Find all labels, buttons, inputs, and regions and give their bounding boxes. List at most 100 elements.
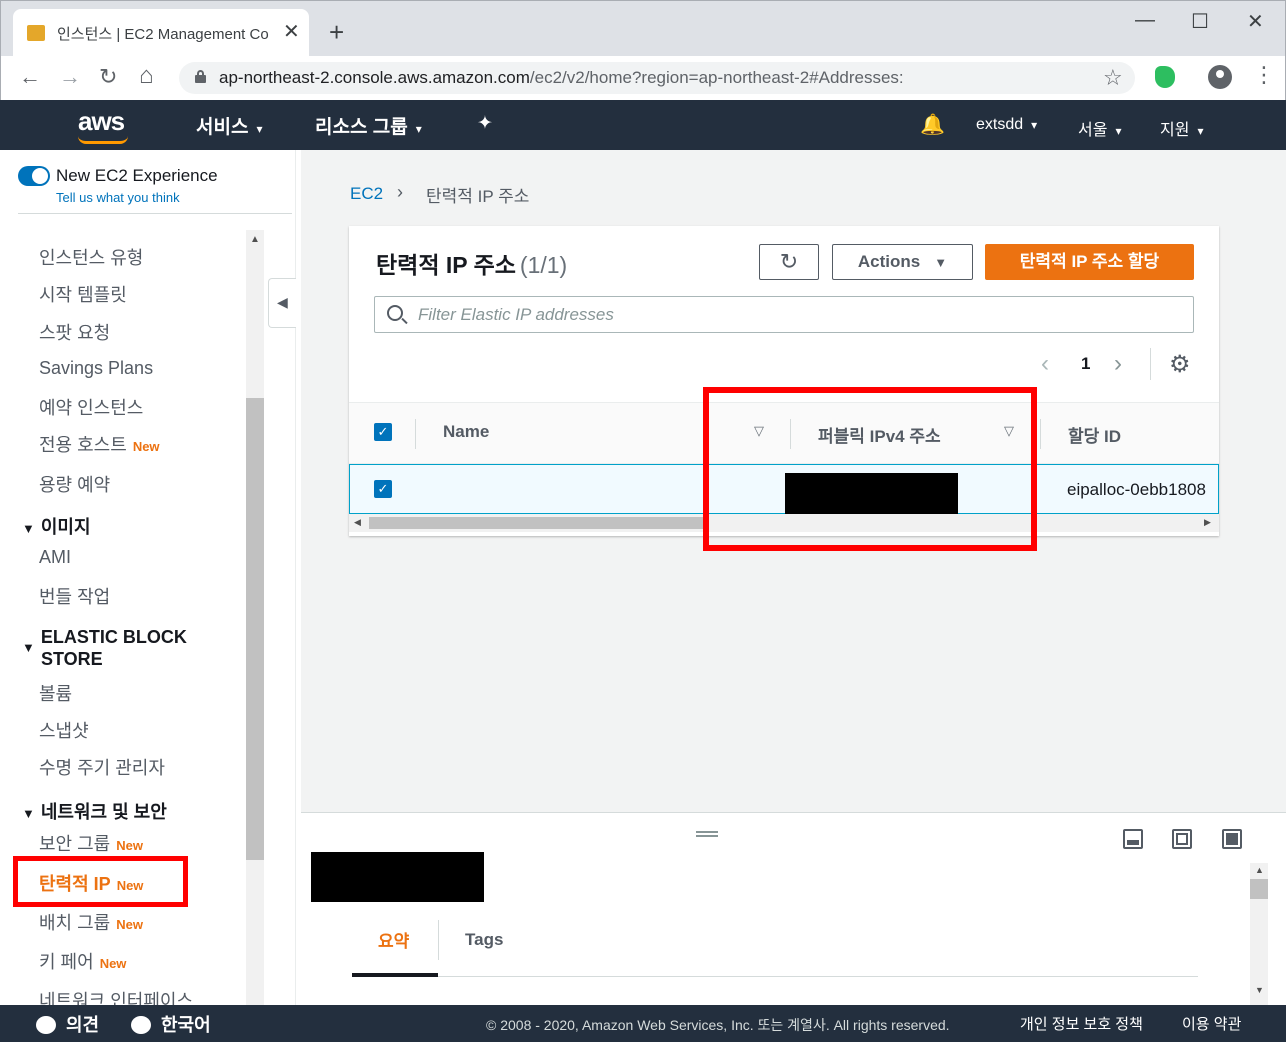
evernote-extension-icon[interactable]: [1155, 66, 1175, 88]
services-menu[interactable]: 서비스 ▾: [196, 112, 262, 139]
aws-logo[interactable]: aws: [78, 106, 125, 137]
gear-icon[interactable]: ⚙: [1169, 350, 1191, 379]
scroll-right-arrow-icon[interactable]: ▶: [1204, 517, 1211, 528]
sidebar-item-savings-plans[interactable]: Savings Plans: [39, 358, 153, 379]
column-divider: [415, 419, 416, 449]
sidebar-item-bundle-tasks[interactable]: 번들 작업: [39, 583, 110, 609]
sidebar-section-network[interactable]: ▼ 네트워크 및 보안: [22, 798, 167, 824]
notifications-bell-icon[interactable]: 🔔: [920, 112, 945, 137]
scroll-left-arrow-icon[interactable]: ◀: [354, 517, 361, 528]
bookmark-star-icon[interactable]: ☆: [1103, 65, 1123, 91]
sidebar-item-capacity-reservations[interactable]: 용량 예약: [39, 471, 110, 497]
filter-placeholder: Filter Elastic IP addresses: [418, 305, 614, 324]
language-button[interactable]: 한국어: [131, 1011, 211, 1037]
select-all-checkbox[interactable]: ✓: [374, 423, 392, 441]
support-menu[interactable]: 지원 ▾: [1160, 116, 1203, 140]
new-experience-toggle[interactable]: [18, 166, 50, 186]
home-button[interactable]: ⌂: [139, 62, 154, 90]
scrollbar-thumb[interactable]: [246, 398, 264, 860]
sidebar-item-network-interfaces[interactable]: 네트워크 인터페이스: [39, 987, 193, 1005]
terms-link[interactable]: 이용 약관: [1182, 1013, 1241, 1034]
detail-scrollbar[interactable]: ▲ ▼: [1250, 863, 1268, 1006]
maximize-window-button[interactable]: ☐: [1191, 9, 1209, 34]
feedback-button[interactable]: 의견: [36, 1011, 99, 1037]
layout-full-panel-icon[interactable]: [1222, 829, 1242, 849]
sidebar-item-security-groups[interactable]: 보안 그룹 New: [39, 830, 143, 856]
new-tab-button[interactable]: +: [329, 18, 344, 46]
refresh-button[interactable]: ↻: [759, 244, 819, 280]
chevron-down-icon: ▾: [1031, 118, 1038, 132]
sidebar-item-key-pairs[interactable]: 키 페어 New: [39, 948, 126, 974]
sidebar-item-snapshots[interactable]: 스냅샷: [39, 717, 89, 743]
sidebar-section-ebs[interactable]: ▼ ELASTIC BLOCK: [22, 627, 187, 655]
close-window-button[interactable]: ✕: [1247, 9, 1264, 34]
resource-groups-menu[interactable]: 리소스 그룹 ▾: [315, 112, 422, 139]
layout-split-panel-icon[interactable]: [1172, 829, 1192, 849]
back-button[interactable]: ←: [19, 64, 41, 90]
address-bar[interactable]: ap-northeast-2.console.aws.amazon.com/ec…: [179, 62, 1135, 94]
speech-bubble-icon: [36, 1016, 56, 1034]
sidebar-item-volumes[interactable]: 볼륨: [39, 680, 72, 706]
forward-button[interactable]: →: [59, 64, 81, 90]
sidebar-item-lifecycle-manager[interactable]: 수명 주기 관리자: [39, 754, 165, 780]
tab-tags[interactable]: Tags: [465, 930, 503, 950]
scrollbar-thumb[interactable]: [1250, 879, 1268, 899]
sidebar-scrollbar[interactable]: ▲: [246, 230, 264, 1005]
sidebar-divider: [18, 213, 292, 214]
active-tab-indicator: [352, 973, 438, 977]
minimize-window-button[interactable]: —: [1135, 9, 1155, 32]
row-checkbox[interactable]: ✓: [374, 480, 392, 498]
next-page-button[interactable]: ›: [1114, 350, 1122, 378]
sidebar-section-images[interactable]: ▼ 이미지: [22, 513, 91, 539]
sidebar-item-reserved-instances[interactable]: 예약 인스턴스: [39, 394, 143, 420]
feedback-label: 의견: [66, 1015, 100, 1035]
new-badge: New: [116, 917, 143, 932]
layout-bottom-panel-icon[interactable]: [1123, 829, 1143, 849]
profile-avatar-icon[interactable]: [1208, 65, 1232, 89]
sidebar-item-dedicated-hosts[interactable]: 전용 호스트 New: [39, 431, 160, 457]
chevron-down-icon: ▾: [1197, 124, 1204, 138]
copyright-text: © 2008 - 2020, Amazon Web Services, Inc.…: [486, 1017, 950, 1033]
scroll-down-arrow-icon[interactable]: ▼: [1255, 985, 1264, 995]
privacy-policy-link[interactable]: 개인 정보 보호 정책: [1020, 1013, 1143, 1034]
reload-button[interactable]: ↻: [99, 64, 117, 90]
sidebar-item-label: 보안 그룹: [39, 834, 111, 854]
collapse-sidebar-button[interactable]: ◀: [268, 278, 296, 328]
sidebar-item-spot-requests[interactable]: 스팟 요청: [39, 319, 110, 345]
scroll-up-arrow-icon[interactable]: ▲: [1255, 865, 1264, 875]
previous-page-button[interactable]: ‹: [1041, 350, 1049, 378]
sidebar-item-ami[interactable]: AMI: [39, 547, 71, 568]
scrollbar-thumb[interactable]: [369, 517, 704, 529]
lock-icon: [195, 70, 206, 83]
expand-triangle-icon: ▼: [22, 521, 35, 536]
account-menu[interactable]: extsdd ▾: [976, 116, 1037, 134]
ec2-sidebar: New EC2 Experience Tell us what you thin…: [0, 150, 296, 1005]
chevron-down-icon: ▾: [256, 122, 263, 136]
split-pane-drag-handle[interactable]: [696, 831, 718, 837]
search-icon: [387, 305, 403, 321]
caret-down-icon: ▼: [934, 255, 948, 270]
column-header-name[interactable]: Name: [443, 422, 489, 442]
browser-tab-bar: 인스턴스 | EC2 Management Co ✕ + — ☐ ✕: [0, 0, 1286, 57]
new-badge: New: [132, 439, 160, 454]
scroll-up-arrow-icon[interactable]: ▲: [250, 234, 260, 245]
sidebar-item-placement-groups[interactable]: 배치 그룹 New: [39, 909, 143, 935]
browser-menu-icon[interactable]: ⋮: [1253, 62, 1275, 88]
current-page-number[interactable]: 1: [1081, 354, 1090, 374]
url-text[interactable]: ap-northeast-2.console.aws.amazon.com/ec…: [219, 68, 904, 88]
browser-tab[interactable]: 인스턴스 | EC2 Management Co ✕: [13, 9, 309, 57]
new-badge: New: [99, 956, 127, 971]
breadcrumb-ec2-link[interactable]: EC2: [350, 184, 383, 204]
tab-summary[interactable]: 요약: [378, 927, 409, 952]
sidebar-item-instance-types[interactable]: 인스턴스 유형: [39, 244, 143, 270]
region-menu[interactable]: 서울 ▾: [1078, 116, 1121, 140]
feedback-link[interactable]: Tell us what you think: [56, 190, 180, 205]
breadcrumb-separator-icon: ›: [397, 182, 403, 202]
filter-input[interactable]: Filter Elastic IP addresses: [374, 296, 1194, 333]
allocate-elastic-ip-button[interactable]: 탄력적 IP 주소 할당: [985, 244, 1194, 280]
sidebar-item-launch-templates[interactable]: 시작 템플릿: [39, 281, 127, 307]
actions-dropdown-button[interactable]: Actions ▼: [832, 244, 973, 280]
close-tab-icon[interactable]: ✕: [283, 19, 300, 44]
pin-icon[interactable]: ✦: [477, 112, 493, 135]
column-header-allocation-id[interactable]: 할당 ID: [1068, 422, 1121, 447]
